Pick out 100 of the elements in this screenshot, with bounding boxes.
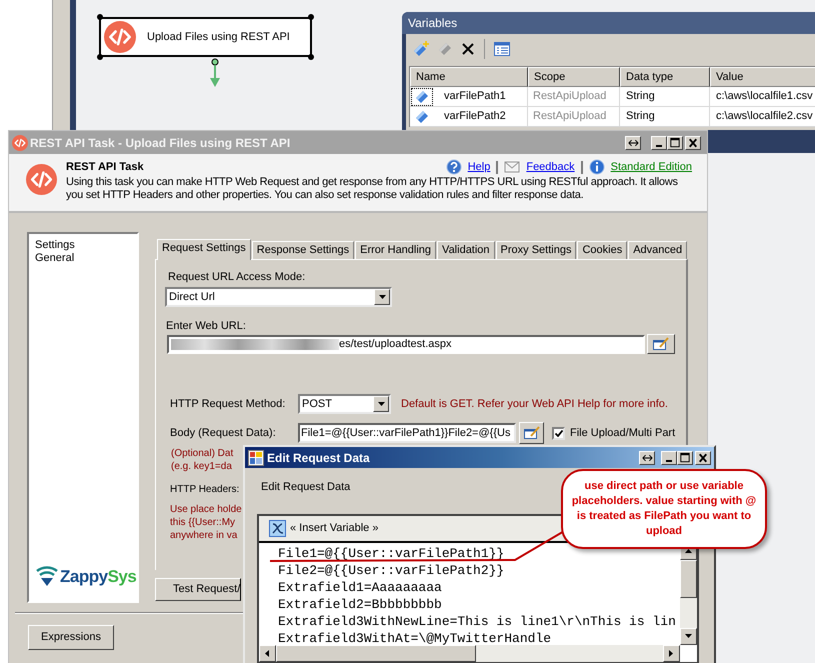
table-cell: RestApiUpload bbox=[528, 107, 620, 126]
table-cell-text: varFilePath2 bbox=[444, 109, 506, 124]
tab[interactable]: Error Handling bbox=[355, 241, 436, 259]
callout-text: use direct path or use variable placeholders. value starting with @ is treated as FilePath you want to upload bbox=[571, 479, 757, 539]
scroll-thumb[interactable] bbox=[680, 560, 697, 598]
feedback-link[interactable]: Feedback bbox=[526, 158, 575, 176]
window-icon bbox=[248, 450, 264, 466]
dropdown-button[interactable] bbox=[373, 396, 389, 412]
tab[interactable]: Cookies bbox=[577, 241, 628, 259]
maximize-button[interactable] bbox=[667, 136, 683, 150]
minimize-button[interactable] bbox=[661, 450, 677, 464]
scroll-left-button[interactable] bbox=[259, 645, 276, 662]
column-header[interactable]: Scope bbox=[528, 67, 620, 87]
task-node[interactable]: Upload Files using REST API bbox=[99, 17, 312, 57]
tab[interactable]: Advanced bbox=[628, 241, 688, 259]
hint-text: (Optional) Dat bbox=[171, 447, 234, 460]
url-field[interactable]: es/test/uploadtest.aspx bbox=[167, 334, 645, 354]
disabled-gem-icon bbox=[437, 41, 453, 57]
checkbox[interactable] bbox=[552, 426, 565, 440]
delete-icon bbox=[462, 43, 474, 55]
url-mode-dropdown[interactable]: Direct Url bbox=[165, 287, 392, 307]
caret-down-icon bbox=[378, 402, 384, 406]
wifi-icon bbox=[35, 565, 59, 588]
insert-variable-button[interactable]: « Insert Variable » bbox=[269, 520, 378, 537]
tab[interactable]: Response Settings bbox=[252, 241, 354, 259]
check-icon bbox=[554, 430, 562, 436]
code-line: File2=@{{User::varFilePath2}} bbox=[278, 562, 504, 579]
dropdown-button[interactable] bbox=[374, 289, 390, 305]
resize-button[interactable] bbox=[625, 136, 641, 150]
code-icon bbox=[12, 134, 28, 150]
info-icon bbox=[588, 159, 605, 175]
nav-item[interactable]: Settings bbox=[35, 239, 75, 252]
caret-down-icon bbox=[378, 295, 386, 299]
row-icon-cell[interactable] bbox=[411, 88, 433, 106]
tab[interactable]: Proxy Settings bbox=[496, 241, 576, 259]
hint-text: anywhere in va bbox=[170, 529, 238, 542]
edition-link[interactable]: Standard Edition bbox=[610, 158, 692, 176]
table-cell-text: c:\aws\localfile1.csv bbox=[715, 89, 814, 104]
checkbox-label[interactable]: File Upload/Multi Part bbox=[570, 424, 676, 442]
table-cell: String bbox=[620, 107, 710, 126]
body-field[interactable]: File1=@{{User::varFilePath1}}File2=@{{Us bbox=[298, 423, 516, 443]
scroll-right-button[interactable] bbox=[663, 645, 680, 662]
dialog-label: Edit Request Data bbox=[261, 480, 350, 494]
edit-button[interactable] bbox=[647, 334, 675, 354]
minimize-icon bbox=[666, 460, 672, 462]
tab[interactable]: Request Settings bbox=[157, 239, 251, 260]
table-cell: RestApiUpload bbox=[528, 87, 620, 106]
window-title: REST API Task - Upload Files using REST API bbox=[30, 134, 290, 152]
header-description: Using this task you can make HTTP Web Request and get response from any HTTP/HTTPS URL using RESTful approach. It allows you set HTTP Headers and other properties. You can also set response validation rules and filter response data. bbox=[66, 176, 679, 202]
code-line: File1=@{{User::varFilePath1}} bbox=[278, 545, 504, 562]
scroll-down-button[interactable] bbox=[680, 628, 697, 645]
connector-arrow[interactable] bbox=[209, 58, 221, 88]
hint-text: Use place holde bbox=[170, 503, 242, 516]
add-variable-button[interactable] bbox=[412, 40, 430, 58]
header-title: REST API Task bbox=[66, 160, 144, 175]
hint-text: (e.g. key1=da bbox=[171, 460, 232, 473]
hint-text: Default is GET. Refer your Web API Help for more info. bbox=[401, 396, 668, 412]
form-pencil-icon bbox=[524, 426, 540, 440]
field-label: Request URL Access Mode: bbox=[168, 270, 306, 284]
maximize-button[interactable] bbox=[677, 450, 693, 464]
nav-item[interactable]: General bbox=[35, 252, 74, 265]
close-button[interactable] bbox=[685, 136, 701, 150]
field-label: Body (Request Data): bbox=[170, 426, 277, 441]
grid-options-button[interactable] bbox=[493, 40, 511, 58]
field-label: HTTP Request Method: bbox=[170, 396, 286, 412]
code-icon bbox=[26, 164, 57, 195]
edit-button[interactable] bbox=[519, 422, 544, 444]
envelope-icon bbox=[504, 159, 520, 175]
code-icon bbox=[104, 21, 136, 53]
minimize-button[interactable] bbox=[651, 136, 667, 150]
logo-text: ZappySys bbox=[60, 566, 136, 588]
resize-button[interactable] bbox=[639, 450, 655, 464]
column-header[interactable]: Value bbox=[710, 67, 815, 87]
field-label: HTTP Headers: bbox=[170, 483, 240, 497]
code-line: Extrafield1=Aaaaaaaaa bbox=[278, 579, 442, 596]
table-cell-text: c:\aws\localfile2.csv bbox=[715, 109, 814, 124]
expressions-button[interactable]: Expressions bbox=[28, 625, 114, 650]
help-icon bbox=[446, 159, 462, 175]
code-line: Extrafield3WithNewLine=This is line1\r\nThis is lin bbox=[278, 613, 676, 630]
maximize-icon bbox=[668, 136, 682, 150]
method-dropdown[interactable]: POST bbox=[298, 394, 391, 414]
gem-icon bbox=[414, 108, 430, 124]
help-link[interactable]: Help bbox=[468, 158, 490, 176]
window-title: Edit Request Data bbox=[267, 450, 370, 466]
horizontal-scrollbar[interactable] bbox=[259, 645, 680, 662]
test-request-button[interactable]: Test Request/ bbox=[155, 578, 241, 601]
column-header[interactable]: Data type bbox=[620, 67, 710, 87]
code-line: Extrafield2=Bbbbbbbbb bbox=[278, 596, 442, 613]
column-header[interactable]: Name bbox=[410, 67, 528, 87]
close-button[interactable] bbox=[695, 450, 711, 464]
field-label: Enter Web URL: bbox=[166, 319, 246, 333]
tab[interactable]: Validation bbox=[437, 241, 495, 259]
hint-text: this {{User::My bbox=[170, 516, 236, 529]
table-cell: String bbox=[620, 87, 710, 106]
grid-icon bbox=[494, 42, 510, 56]
form-pencil-icon bbox=[653, 337, 669, 351]
scroll-thumb[interactable] bbox=[276, 645, 476, 662]
code-line: Extrafield3WithAt=\@MyTwitterHandle bbox=[278, 630, 552, 645]
window-title: Variables bbox=[408, 15, 458, 32]
maximize-icon bbox=[678, 450, 692, 464]
